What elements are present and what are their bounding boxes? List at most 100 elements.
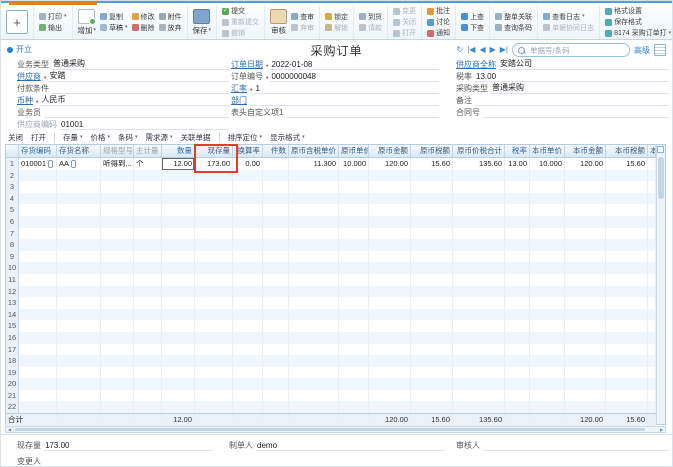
cell-taxprice[interactable]	[289, 309, 339, 321]
cell-price[interactable]	[339, 390, 369, 402]
cell-spec[interactable]	[101, 320, 134, 332]
cell-unit[interactable]	[134, 228, 162, 240]
cell-pieces[interactable]	[263, 309, 289, 321]
cell-bmore[interactable]	[648, 228, 656, 240]
cell-bprice[interactable]	[530, 320, 565, 332]
cell-bamount[interactable]	[565, 181, 606, 193]
cell-amount[interactable]	[369, 262, 411, 274]
cell-btax[interactable]	[606, 401, 648, 413]
cell-code[interactable]	[19, 251, 57, 263]
field-label[interactable]: 汇率	[231, 83, 247, 94]
cell-qty[interactable]	[162, 332, 195, 344]
cell-spec[interactable]	[101, 378, 134, 390]
cell-code[interactable]	[19, 320, 57, 332]
cell-total[interactable]	[453, 297, 505, 309]
cell-spec[interactable]	[101, 262, 134, 274]
cell-pieces[interactable]	[263, 228, 289, 240]
cell-btax[interactable]	[606, 378, 648, 390]
cell-bprice[interactable]	[530, 401, 565, 413]
cell-qty[interactable]	[162, 344, 195, 356]
cell-qty[interactable]	[162, 204, 195, 216]
cell-bmore[interactable]	[648, 390, 656, 402]
cell-name[interactable]	[57, 378, 101, 390]
cell-total[interactable]	[453, 344, 505, 356]
cell-bmore[interactable]	[648, 355, 656, 367]
cell-taxprice[interactable]	[289, 239, 339, 251]
cell-total[interactable]	[453, 170, 505, 182]
cell-stock[interactable]	[195, 193, 233, 205]
column-header-stock[interactable]: 现存量	[195, 145, 233, 157]
list-view-icon[interactable]	[654, 44, 666, 56]
cell-stock[interactable]	[195, 274, 233, 286]
field-value[interactable]: 13.00	[475, 72, 668, 82]
cell-bprice[interactable]	[530, 274, 565, 286]
cell-code[interactable]	[19, 378, 57, 390]
cell-code[interactable]	[19, 367, 57, 379]
cell-taxprice[interactable]	[289, 216, 339, 228]
unlock-button[interactable]: 解锁	[325, 23, 348, 33]
cell-rownum[interactable]: 22	[6, 401, 19, 413]
cell-name[interactable]	[57, 355, 101, 367]
cell-total[interactable]	[453, 401, 505, 413]
refresh-icon[interactable]: ↻	[457, 46, 464, 54]
cell-unit[interactable]	[134, 390, 162, 402]
cell-taxrate[interactable]: 13.00	[505, 158, 530, 170]
cell-qty[interactable]	[162, 181, 195, 193]
cell-price[interactable]	[339, 216, 369, 228]
column-header-bamount[interactable]: 本币金额	[565, 145, 606, 157]
cell-stock[interactable]	[195, 170, 233, 182]
cell-rate[interactable]	[233, 390, 263, 402]
column-header-name[interactable]: 存货名称	[57, 145, 101, 157]
cell-price[interactable]	[339, 332, 369, 344]
barcode-query-button[interactable]: 查询条码	[495, 23, 532, 33]
cell-total[interactable]	[453, 286, 505, 298]
field-value[interactable]: 2022-01-08	[270, 60, 439, 70]
cell-price[interactable]: 10.000	[339, 158, 369, 170]
cell-tax[interactable]	[411, 378, 453, 390]
cell-name[interactable]: AA	[57, 158, 101, 170]
cell-bamount[interactable]	[565, 297, 606, 309]
cell-rownum[interactable]: 9	[6, 251, 19, 263]
submit-button[interactable]: ✓提交	[222, 6, 259, 16]
cell-taxprice[interactable]	[289, 344, 339, 356]
cell-unit[interactable]	[134, 320, 162, 332]
cell-total[interactable]: 135.60	[453, 158, 505, 170]
cell-btax[interactable]	[606, 204, 648, 216]
cell-code[interactable]	[19, 297, 57, 309]
cell-spec[interactable]	[101, 251, 134, 263]
cell-amount[interactable]	[369, 286, 411, 298]
cell-stock[interactable]	[195, 332, 233, 344]
column-header-btax[interactable]: 本币税额	[606, 145, 648, 157]
cell-total[interactable]	[453, 239, 505, 251]
scroll-right-icon[interactable]: ▶	[658, 427, 665, 432]
export-button[interactable]: 输出	[39, 23, 67, 33]
discuss-button[interactable]: 讨论	[427, 17, 450, 27]
cell-bprice[interactable]	[530, 344, 565, 356]
cell-total[interactable]	[453, 332, 505, 344]
cell-amount[interactable]	[369, 367, 411, 379]
cell-spec[interactable]	[101, 309, 134, 321]
cell-bprice[interactable]	[530, 204, 565, 216]
cell-total[interactable]	[453, 204, 505, 216]
cell-spec[interactable]	[101, 193, 134, 205]
grid-toolbar-item[interactable]: 关联单据	[181, 132, 211, 143]
cell-name[interactable]	[57, 286, 101, 298]
cell-stock[interactable]	[195, 297, 233, 309]
cell-name[interactable]	[57, 344, 101, 356]
cell-rate[interactable]: 0.00	[233, 158, 263, 170]
cell-rownum[interactable]: 13	[6, 297, 19, 309]
delete-button[interactable]: 删除	[132, 23, 155, 33]
cell-price[interactable]	[339, 251, 369, 263]
grid-toolbar-item[interactable]: 需求源▾	[146, 132, 173, 143]
field-value[interactable]: 人民币	[40, 94, 229, 106]
cell-taxrate[interactable]	[505, 297, 530, 309]
cell-rate[interactable]	[233, 309, 263, 321]
horizontal-scroll-thumb[interactable]	[15, 428, 645, 431]
cell-price[interactable]	[339, 309, 369, 321]
cell-amount[interactable]	[369, 204, 411, 216]
cell-tax[interactable]	[411, 286, 453, 298]
cell-taxprice[interactable]	[289, 204, 339, 216]
cell-bmore[interactable]	[648, 274, 656, 286]
cell-name[interactable]	[57, 193, 101, 205]
cell-unit[interactable]	[134, 309, 162, 321]
